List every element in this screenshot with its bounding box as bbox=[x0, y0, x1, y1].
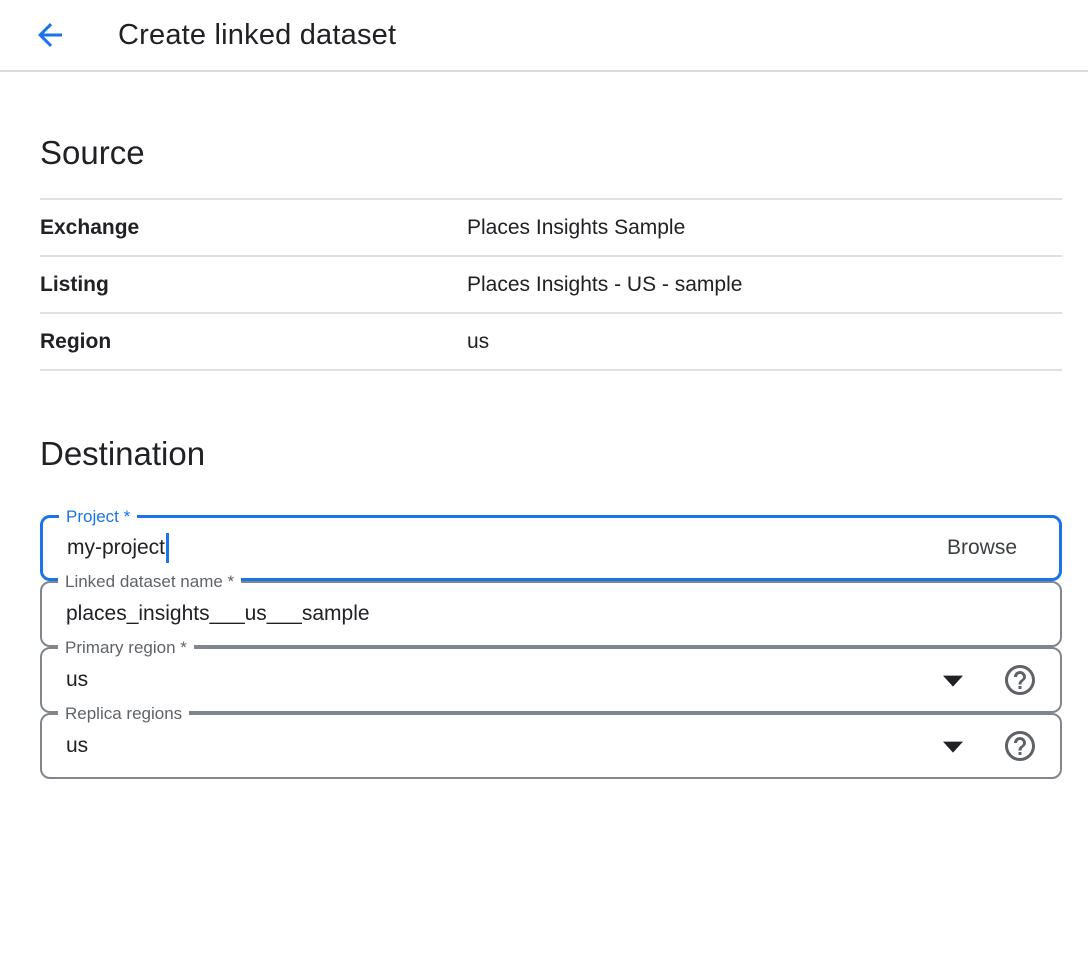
primary-region-label: Primary region * bbox=[58, 637, 194, 659]
primary-region-field[interactable]: Primary region * us bbox=[40, 647, 1062, 713]
primary-region-help-icon[interactable] bbox=[1002, 662, 1038, 698]
project-field-label: Project * bbox=[59, 506, 137, 528]
replica-regions-label: Replica regions bbox=[58, 703, 189, 725]
arrow-back-icon bbox=[32, 17, 68, 53]
browse-button[interactable]: Browse bbox=[947, 518, 1017, 578]
source-table: Exchange Places Insights Sample Listing … bbox=[40, 198, 1062, 371]
linked-dataset-name-label: Linked dataset name * bbox=[58, 571, 241, 593]
exchange-value: Places Insights Sample bbox=[467, 216, 685, 240]
main-content: Source Exchange Places Insights Sample L… bbox=[0, 132, 1088, 779]
source-heading: Source bbox=[40, 132, 1062, 174]
page-title: Create linked dataset bbox=[118, 19, 396, 52]
back-button[interactable] bbox=[30, 15, 70, 55]
table-row-exchange: Exchange Places Insights Sample bbox=[40, 200, 1062, 257]
table-row-listing: Listing Places Insights - US - sample bbox=[40, 257, 1062, 314]
table-row-region: Region us bbox=[40, 314, 1062, 371]
page-header: Create linked dataset bbox=[0, 0, 1088, 72]
text-caret bbox=[166, 533, 169, 563]
linked-dataset-name-input[interactable]: places_insights___us___sample bbox=[66, 602, 370, 626]
region-label: Region bbox=[40, 330, 467, 354]
exchange-label: Exchange bbox=[40, 216, 467, 240]
project-input[interactable]: my-project bbox=[67, 533, 169, 563]
primary-region-select[interactable]: us bbox=[66, 668, 88, 692]
destination-heading: Destination bbox=[40, 433, 1062, 475]
chevron-down-icon[interactable] bbox=[943, 676, 963, 687]
region-value: us bbox=[467, 330, 489, 354]
listing-value: Places Insights - US - sample bbox=[467, 273, 742, 297]
chevron-down-icon[interactable] bbox=[943, 742, 963, 753]
listing-label: Listing bbox=[40, 273, 467, 297]
replica-regions-help-icon[interactable] bbox=[1002, 728, 1038, 764]
replica-regions-select[interactable]: us bbox=[66, 734, 88, 758]
replica-regions-field[interactable]: Replica regions us bbox=[40, 713, 1062, 779]
